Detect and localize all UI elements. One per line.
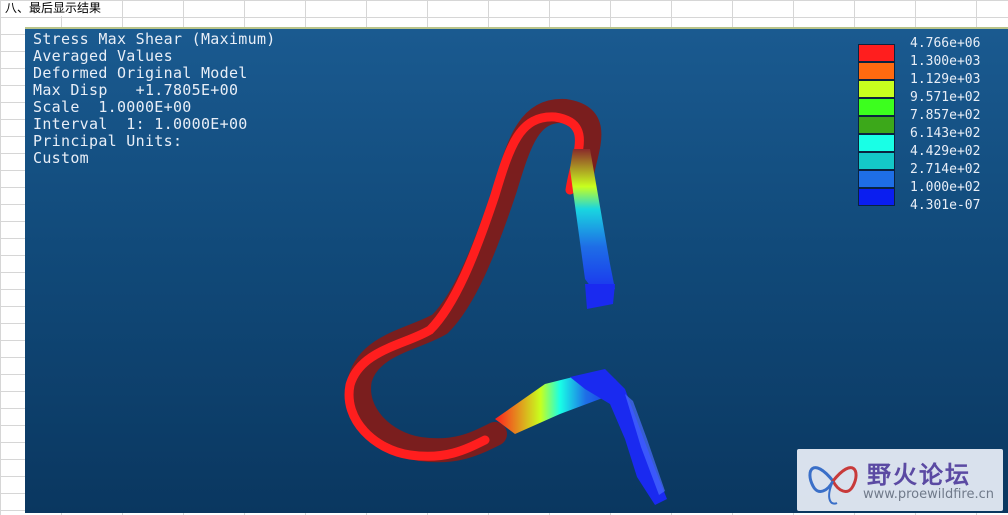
legend-swatch [858,62,895,80]
butterfly-logo-icon [808,466,858,505]
legend-swatch [858,188,895,206]
legend-label: 7.857e+02 [910,108,981,123]
legend-swatch [858,134,895,152]
legend-label: 1.129e+03 [910,72,981,87]
legend-label: 4.301e-07 [910,198,981,213]
watermark-name: 野火论坛 [867,461,971,489]
legend-swatch [858,98,895,116]
legend-swatch [858,152,895,170]
sheet-title: 八、最后显示结果 [3,1,104,16]
legend-label: 6.143e+02 [910,126,981,141]
fea-result-viewport[interactable]: Stress Max Shear (Maximum) Averaged Valu… [25,27,1008,513]
legend-label: 4.429e+02 [910,144,981,159]
legend-label: 1.000e+02 [910,180,981,195]
legend-label: 9.571e+02 [910,90,981,105]
legend-label: 1.300e+03 [910,54,981,69]
watermark-url: www.proewildfire.cn [863,487,994,502]
legend-swatch [858,170,895,188]
legend-swatch [858,116,895,134]
legend-swatch [858,44,895,62]
legend-label: 2.714e+02 [910,162,981,177]
watermark-logo: 野火论坛 www.proewildfire.cn [797,449,1003,511]
legend-swatch [858,80,895,98]
legend-label: 4.766e+06 [910,36,981,51]
